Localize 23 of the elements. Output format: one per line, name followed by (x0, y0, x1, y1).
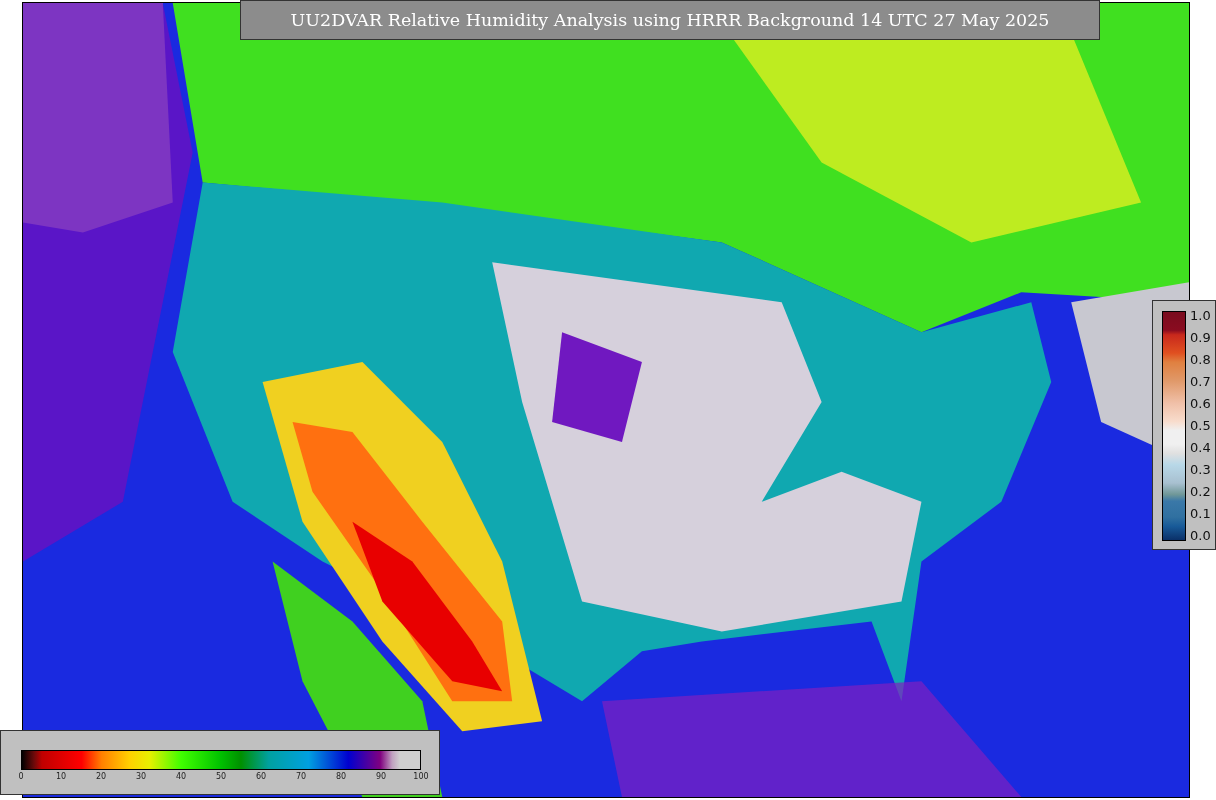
tick-label: 0.0 (1190, 529, 1211, 543)
tick-label: 100 (412, 772, 430, 781)
tick-label: 0.6 (1190, 397, 1211, 411)
tick-label: 0.4 (1190, 441, 1211, 455)
tick-label: 70 (294, 772, 308, 781)
tick-label: 10 (54, 772, 68, 781)
tick-label: 0.3 (1190, 463, 1211, 477)
tick-label: 0.1 (1190, 507, 1211, 521)
tick-label: 0.5 (1190, 419, 1211, 433)
tick-label: 80 (334, 772, 348, 781)
tick-label: 0.2 (1190, 485, 1211, 499)
tick-label: 60 (254, 772, 268, 781)
tick-label: 90 (374, 772, 388, 781)
tick-label: 20 (94, 772, 108, 781)
tick-label: 1.0 (1190, 309, 1211, 323)
tick-label: 0.9 (1190, 331, 1211, 345)
tick-label: 0.7 (1190, 375, 1211, 389)
tick-label: 30 (134, 772, 148, 781)
map-title: UU2DVAR Relative Humidity Analysis using HRRR Background 14 UTC 27 May 2025 (240, 0, 1100, 40)
tick-label: 0 (17, 772, 25, 781)
tick-label: 0.8 (1190, 353, 1211, 367)
tick-label: 50 (214, 772, 228, 781)
tick-label: 40 (174, 772, 188, 781)
